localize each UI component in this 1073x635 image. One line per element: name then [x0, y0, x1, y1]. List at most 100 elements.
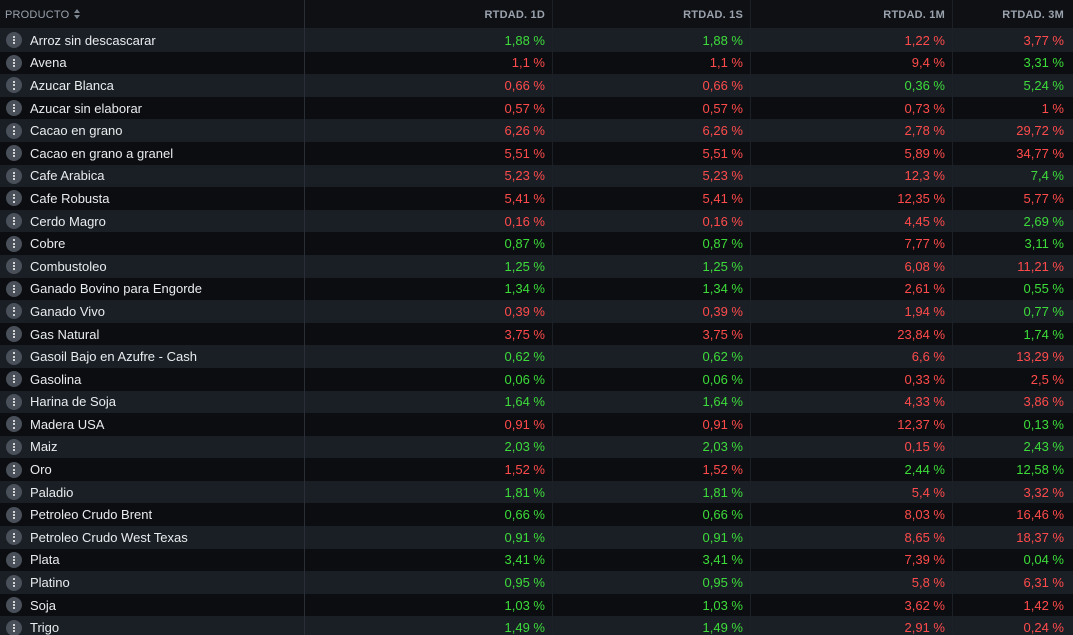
table-row[interactable]: Petroleo Crudo West Texas 0,91 % 0,91 % 8,6… — [0, 526, 1073, 549]
more-options-icon[interactable] — [6, 574, 22, 591]
product-name[interactable]: Azucar sin elaborar — [30, 101, 142, 116]
sort-icon[interactable] — [74, 9, 81, 20]
table-row[interactable]: Azucar sin elaborar 0,57 % 0,57 % 0,73 % 1 % — [0, 96, 1073, 120]
column-header-1s[interactable]: RTDAD. 1S — [553, 0, 751, 29]
table-row[interactable]: Petroleo Crudo Brent 0,66 % 0,66 % 8,03 % 16… — [0, 503, 1073, 527]
product-name[interactable]: Cafe Arabica — [30, 168, 104, 183]
more-options-icon[interactable] — [6, 100, 22, 117]
return-3m: 0,24 % — [1023, 620, 1064, 635]
table-row[interactable]: Oro 1,52 % 1,52 % 2,44 % 12,58 % — [0, 458, 1073, 481]
more-options-icon[interactable] — [6, 54, 22, 71]
table-row[interactable]: Combustoleo 1,25 % 1,25 % 6,08 % 11,21 % — [0, 254, 1073, 278]
product-name[interactable]: Plata — [30, 552, 60, 567]
return-3m: 16,46 % — [1016, 507, 1064, 523]
table-row[interactable]: Azucar Blanca 0,66 % 0,66 % 0,36 % 5,24 % — [0, 74, 1073, 97]
product-name[interactable]: Soja — [30, 598, 56, 613]
return-1m: 2,78 % — [751, 119, 953, 142]
product-name[interactable]: Cafe Robusta — [30, 191, 110, 206]
table-row[interactable]: Soja 1,03 % 1,03 % 3,62 % 1,42 % — [0, 593, 1073, 617]
table-row[interactable]: Cafe Arabica 5,23 % 5,23 % 12,3 % 7,4 % — [0, 164, 1073, 188]
product-name[interactable]: Cobre — [30, 236, 65, 251]
table-row[interactable]: Arroz sin descascarar 1,88 % 1,88 % 1,22 % 3… — [0, 29, 1073, 52]
product-name[interactable]: Maiz — [30, 439, 57, 454]
table-row[interactable]: Trigo 1,49 % 1,49 % 2,91 % 0,24 % — [0, 616, 1073, 635]
table-row[interactable]: Maiz 2,03 % 2,03 % 0,15 % 2,43 % — [0, 435, 1073, 459]
table-row[interactable]: Cacao en grano 6,26 % 6,26 % 2,78 % 29,72 % — [0, 119, 1073, 142]
return-3m: 7,4 % — [1030, 168, 1064, 184]
column-header-3m[interactable]: RTDAD. 3M — [953, 0, 1073, 29]
return-1s: 3,41 % — [553, 548, 751, 572]
return-1m: 4,33 % — [751, 390, 953, 414]
more-options-icon[interactable] — [6, 551, 22, 568]
product-name[interactable]: Gasoil Bajo en Azufre - Cash — [30, 349, 197, 364]
more-options-icon[interactable] — [6, 167, 22, 184]
table-row[interactable]: Cobre 0,87 % 0,87 % 7,77 % 3,11 % — [0, 232, 1073, 255]
table-row[interactable]: Cafe Robusta 5,41 % 5,41 % 12,35 % 5,77 % — [0, 187, 1073, 210]
product-name[interactable]: Petroleo Crudo West Texas — [30, 530, 188, 545]
product-name[interactable]: Gasolina — [30, 372, 81, 387]
table-row[interactable]: Paladio 1,81 % 1,81 % 5,4 % 3,32 % — [0, 480, 1073, 504]
more-options-icon[interactable] — [6, 597, 22, 614]
table-row[interactable]: Plata 3,41 % 3,41 % 7,39 % 0,04 % — [0, 548, 1073, 572]
table-row[interactable]: Madera USA 0,91 % 0,91 % 12,37 % 0,13 % — [0, 413, 1073, 436]
return-3m: 3,11 % — [1024, 236, 1064, 252]
column-header-1m[interactable]: RTDAD. 1M — [751, 0, 953, 29]
product-cell: Cobre — [0, 232, 305, 255]
more-options-icon[interactable] — [6, 461, 22, 478]
product-name[interactable]: Ganado Bovino para Engorde — [30, 281, 202, 296]
table-row[interactable]: Gas Natural 3,75 % 3,75 % 23,84 % 1,74 % — [0, 322, 1073, 346]
table-row[interactable]: Avena 1,1 % 1,1 % 9,4 % 3,31 % — [0, 51, 1073, 75]
table-row[interactable]: Cerdo Magro 0,16 % 0,16 % 4,45 % 2,69 % — [0, 209, 1073, 233]
more-options-icon[interactable] — [6, 235, 22, 252]
product-name[interactable]: Madera USA — [30, 417, 104, 432]
more-options-icon[interactable] — [6, 506, 22, 523]
product-name[interactable]: Arroz sin descascarar — [30, 33, 156, 48]
more-options-icon[interactable] — [6, 529, 22, 546]
more-options-icon[interactable] — [6, 77, 22, 94]
more-options-icon[interactable] — [6, 145, 22, 162]
return-1m: 6,6 % — [751, 345, 953, 368]
more-options-icon[interactable] — [6, 258, 22, 275]
product-name[interactable]: Oro — [30, 462, 52, 477]
more-options-icon[interactable] — [6, 326, 22, 343]
more-options-icon[interactable] — [6, 280, 22, 297]
product-name[interactable]: Ganado Vivo — [30, 304, 105, 319]
more-options-icon[interactable] — [6, 348, 22, 365]
product-name[interactable]: Paladio — [30, 485, 73, 500]
more-options-icon[interactable] — [6, 213, 22, 230]
more-options-icon[interactable] — [6, 190, 22, 207]
product-name[interactable]: Combustoleo — [30, 259, 107, 274]
more-options-icon[interactable] — [6, 32, 22, 49]
more-options-icon[interactable] — [6, 303, 22, 320]
more-options-icon[interactable] — [6, 393, 22, 410]
product-name[interactable]: Gas Natural — [30, 327, 99, 342]
product-name[interactable]: Cacao en grano a granel — [30, 146, 173, 161]
table-row[interactable]: Harina de Soja 1,64 % 1,64 % 4,33 % 3,86 % — [0, 390, 1073, 414]
product-name[interactable]: Cacao en grano — [30, 123, 123, 138]
product-name[interactable]: Avena — [30, 55, 67, 70]
table-row[interactable]: Ganado Bovino para Engorde 1,34 % 1,34 % 2,… — [0, 277, 1073, 301]
product-name[interactable]: Platino — [30, 575, 70, 590]
return-1s: 3,75 % — [553, 322, 751, 346]
more-options-icon[interactable] — [6, 416, 22, 433]
table-row[interactable]: Gasolina 0,06 % 0,06 % 0,33 % 2,5 % — [0, 367, 1073, 391]
product-cell: Ganado Vivo — [0, 300, 305, 323]
product-name[interactable]: Harina de Soja — [30, 394, 116, 409]
product-name[interactable]: Petroleo Crudo Brent — [30, 507, 152, 522]
more-options-icon[interactable] — [6, 122, 22, 139]
more-options-icon[interactable] — [6, 619, 22, 635]
column-header-product[interactable]: PRODUCTO — [0, 0, 305, 29]
return-1m: 1,94 % — [751, 300, 953, 323]
table-row[interactable]: Gasoil Bajo en Azufre - Cash 0,62 % 0,62 %… — [0, 345, 1073, 368]
table-row[interactable]: Cacao en grano a granel 5,51 % 5,51 % 5,89 … — [0, 141, 1073, 165]
column-header-1d[interactable]: RTDAD. 1D — [305, 0, 553, 29]
product-cell: Plata — [0, 548, 305, 572]
more-options-icon[interactable] — [6, 484, 22, 501]
table-row[interactable]: Platino 0,95 % 0,95 % 5,8 % 6,31 % — [0, 571, 1073, 594]
more-options-icon[interactable] — [6, 438, 22, 455]
product-name[interactable]: Cerdo Magro — [30, 214, 106, 229]
table-row[interactable]: Ganado Vivo 0,39 % 0,39 % 1,94 % 0,77 % — [0, 300, 1073, 323]
product-name[interactable]: Trigo — [30, 620, 59, 635]
more-options-icon[interactable] — [6, 371, 22, 388]
product-name[interactable]: Azucar Blanca — [30, 78, 114, 93]
